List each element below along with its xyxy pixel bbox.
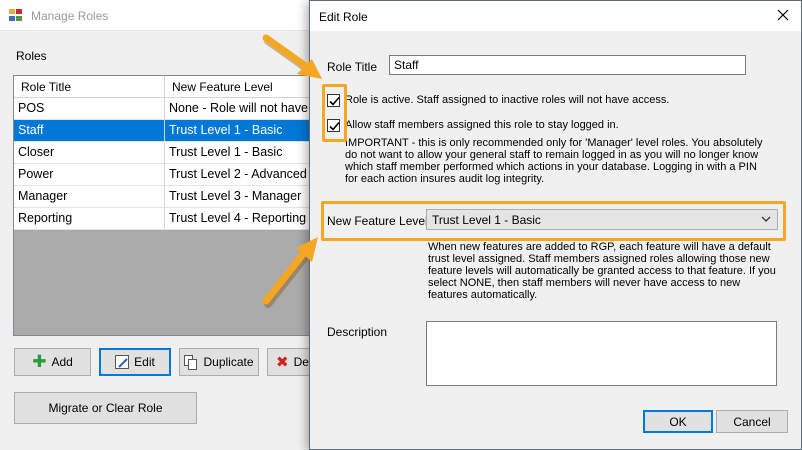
arrow-to-feature-level: [262, 237, 318, 308]
arrow-to-checkboxes: [262, 34, 322, 79]
annotation-arrows: [262, 34, 322, 308]
